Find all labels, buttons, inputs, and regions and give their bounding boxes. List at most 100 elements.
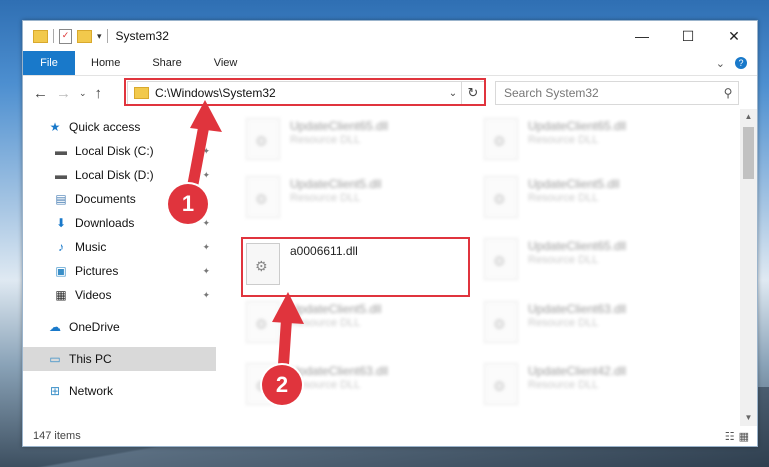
ribbon-tabs: File Home Share View ⌄ ? bbox=[23, 51, 757, 76]
step-badge-2: 2 bbox=[262, 365, 302, 405]
sidebar-item-quick-access[interactable]: ★ Quick access bbox=[23, 115, 216, 139]
sidebar-item-label: Quick access bbox=[69, 120, 141, 134]
dll-file-icon bbox=[246, 301, 280, 343]
step-badge-1: 1 bbox=[168, 184, 208, 224]
pin-icon: ✦ bbox=[202, 265, 210, 276]
sidebar-item-label: Music bbox=[75, 240, 107, 254]
file-name: UpdateClient5.dll bbox=[528, 177, 620, 191]
ribbon-right: ⌄ ? bbox=[716, 51, 757, 75]
file-type: Resource DLL bbox=[528, 317, 599, 329]
details-view-icon[interactable]: ☷ bbox=[725, 430, 735, 443]
title-bar: ✓ ▾ System32 — ☐ ✕ bbox=[23, 21, 757, 51]
file-type: Resource DLL bbox=[290, 192, 361, 204]
file-name: UpdateClient65.dll bbox=[290, 119, 389, 133]
sidebar-item-label: Pictures bbox=[75, 264, 119, 278]
search-icon[interactable]: ⚲ bbox=[718, 86, 738, 100]
close-button[interactable]: ✕ bbox=[711, 21, 757, 51]
sidebar-item-label: Downloads bbox=[75, 216, 135, 230]
file-type: Resource DLL bbox=[290, 134, 361, 146]
file-name: UpdateClient63.dll bbox=[528, 302, 627, 316]
star-icon: ★ bbox=[49, 120, 61, 134]
file-name: UpdateClient5.dll bbox=[290, 302, 382, 316]
item-count: 147 items bbox=[33, 430, 81, 442]
list-item[interactable]: UpdateClient63.dll Resource DLL bbox=[484, 297, 714, 347]
pin-icon: ✦ bbox=[202, 169, 210, 180]
file-type: Resource DLL bbox=[528, 254, 599, 266]
list-item[interactable]: UpdateClient42.dll Resource DLL bbox=[484, 359, 714, 409]
sidebar-item-label: OneDrive bbox=[69, 320, 120, 334]
quick-access-toolbar: ✓ ▾ bbox=[23, 28, 108, 44]
list-item[interactable]: UpdateClient5.dll Resource DLL bbox=[246, 172, 476, 222]
tab-share[interactable]: Share bbox=[136, 51, 197, 75]
file-name: UpdateClient63.dll bbox=[290, 364, 389, 378]
documents-icon: ▤ bbox=[55, 192, 67, 206]
search-input[interactable]: Search System32 bbox=[496, 86, 718, 100]
help-icon[interactable]: ? bbox=[735, 57, 747, 69]
file-name: UpdateClient65.dll bbox=[528, 119, 627, 133]
forward-button[interactable]: → bbox=[56, 85, 71, 102]
list-item[interactable]: UpdateClient65.dll Resource DLL bbox=[484, 114, 714, 164]
pin-icon: ✦ bbox=[202, 145, 210, 156]
status-bar: 147 items ☷ ▦ bbox=[23, 426, 757, 446]
dll-file-icon bbox=[484, 363, 518, 405]
sidebar-item-onedrive[interactable]: ☁ OneDrive bbox=[23, 315, 216, 339]
scroll-thumb[interactable] bbox=[743, 127, 754, 179]
file-name: UpdateClient42.dll bbox=[528, 364, 627, 378]
pin-icon: ✦ bbox=[202, 289, 210, 300]
list-item[interactable]: UpdateClient65.dll Resource DLL bbox=[246, 114, 476, 164]
address-row: ← → ⌄ ↑ C:\Windows\System32 ⌄ ↻ Search S… bbox=[23, 76, 757, 110]
dll-file-icon bbox=[484, 176, 518, 218]
tab-view[interactable]: View bbox=[198, 51, 254, 75]
list-item[interactable]: UpdateClient5.dll Resource DLL bbox=[246, 297, 476, 347]
list-item[interactable]: UpdateClient5.dll Resource DLL bbox=[484, 172, 714, 222]
tab-home[interactable]: Home bbox=[75, 51, 136, 75]
dll-file-icon bbox=[246, 176, 280, 218]
file-type: Resource DLL bbox=[528, 192, 599, 204]
sidebar-item-videos[interactable]: ▦ Videos ✦ bbox=[23, 283, 216, 307]
window-title: System32 bbox=[115, 29, 169, 43]
sidebar-item-label: Network bbox=[69, 384, 114, 398]
tiles-view-icon[interactable]: ▦ bbox=[739, 430, 749, 443]
downloads-icon: ⬇ bbox=[55, 216, 67, 230]
sidebar-item-this-pc[interactable]: ▭ This PC bbox=[23, 347, 216, 371]
back-button[interactable]: ← bbox=[33, 85, 48, 102]
window-controls: — ☐ ✕ bbox=[619, 21, 757, 51]
maximize-button[interactable]: ☐ bbox=[665, 21, 711, 51]
sidebar-item-network[interactable]: ⊞ Network bbox=[23, 379, 216, 403]
recent-locations-button[interactable]: ⌄ bbox=[79, 88, 87, 99]
up-button[interactable]: ↑ bbox=[95, 85, 103, 102]
scroll-down-button[interactable]: ▼ bbox=[740, 410, 757, 426]
vertical-scrollbar[interactable]: ▲ ▼ bbox=[740, 109, 757, 426]
navigation-buttons: ← → ⌄ ↑ bbox=[23, 85, 133, 102]
network-icon: ⊞ bbox=[49, 384, 61, 398]
sidebar-item-pictures[interactable]: ▣ Pictures ✦ bbox=[23, 259, 216, 283]
file-explorer-window: ✓ ▾ System32 — ☐ ✕ File Home Share View … bbox=[22, 20, 758, 447]
list-item[interactable]: UpdateClient65.dll Resource DLL bbox=[484, 234, 714, 284]
drive-icon: ▬ bbox=[55, 168, 67, 182]
file-name: UpdateClient65.dll bbox=[528, 239, 627, 253]
view-switcher: ☷ ▦ bbox=[725, 430, 757, 443]
navigation-pane: ★ Quick access ▬ Local Disk (C:) ✦ ▬ Loc… bbox=[23, 109, 216, 426]
music-icon: ♪ bbox=[58, 240, 64, 254]
customize-toolbar-icon[interactable]: ▾ bbox=[97, 31, 102, 42]
tab-file[interactable]: File bbox=[23, 51, 75, 75]
properties-icon[interactable]: ✓ bbox=[59, 28, 72, 44]
drive-icon: ▬ bbox=[55, 144, 67, 158]
file-type: Resource DLL bbox=[528, 379, 599, 391]
file-highlight-box bbox=[241, 237, 470, 297]
sidebar-item-label: Local Disk (D:) bbox=[75, 168, 154, 182]
search-box[interactable]: Search System32 ⚲ bbox=[495, 81, 739, 105]
folder-icon[interactable] bbox=[33, 29, 48, 43]
sidebar-item-label: Local Disk (C:) bbox=[75, 144, 154, 158]
sidebar-item-music[interactable]: ♪ Music ✦ bbox=[23, 235, 216, 259]
scroll-up-button[interactable]: ▲ bbox=[740, 109, 757, 125]
new-folder-icon[interactable] bbox=[77, 29, 92, 43]
expand-ribbon-icon[interactable]: ⌄ bbox=[716, 57, 725, 70]
sidebar-item-label: Videos bbox=[75, 288, 112, 302]
dll-file-icon bbox=[484, 118, 518, 160]
sidebar-item-label: Documents bbox=[75, 192, 136, 206]
minimize-button[interactable]: — bbox=[619, 21, 665, 51]
address-highlight-box bbox=[124, 78, 486, 106]
pin-icon: ✦ bbox=[202, 217, 210, 228]
sidebar-item-local-disk-c[interactable]: ▬ Local Disk (C:) ✦ bbox=[23, 139, 216, 163]
